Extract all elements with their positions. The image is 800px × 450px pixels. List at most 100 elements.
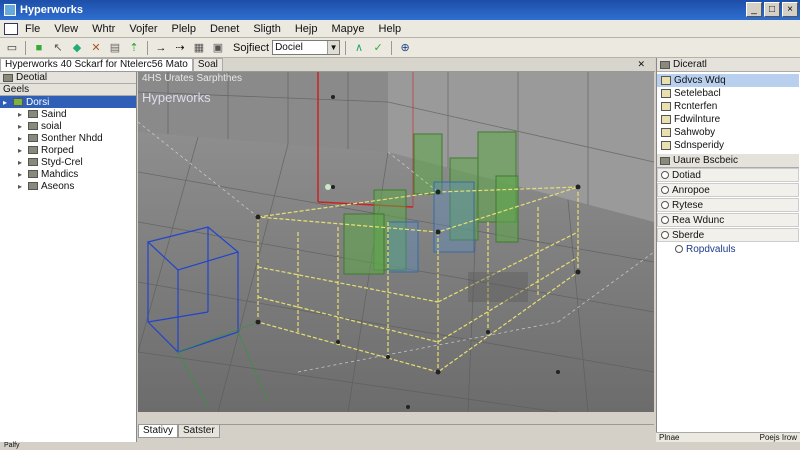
list-item[interactable]: Sdnsperidy (657, 139, 799, 152)
chevron-down-icon: ▼ (327, 41, 340, 54)
radio-icon[interactable] (661, 171, 669, 179)
viewport-tab[interactable]: Stativy (138, 425, 179, 438)
list-item[interactable]: Fdwilnture (657, 113, 799, 126)
move-icon[interactable]: ⇢ (172, 40, 188, 56)
3d-viewport[interactable]: 4HS Urates Sarphthes Hyperworks (138, 72, 654, 412)
expand-icon[interactable]: ▸ (18, 158, 25, 167)
menu-item[interactable]: Fle (18, 23, 47, 35)
menu-item[interactable]: Help (372, 23, 409, 35)
title-bar: Hyperworks _ □ × (0, 0, 800, 20)
folder-icon (28, 134, 38, 142)
maximize-button[interactable]: □ (764, 2, 780, 17)
property-row[interactable]: Dotiad (657, 168, 799, 182)
tree-item[interactable]: ▸ Sonther Nhdd (0, 132, 136, 144)
entity-icon (661, 115, 671, 124)
radio-icon[interactable] (661, 201, 669, 209)
folder-icon (660, 156, 670, 165)
folder-icon (28, 110, 38, 118)
property-sub-item[interactable]: Ropdvaluls (657, 243, 799, 255)
open-folder-icon[interactable]: ■ (31, 40, 47, 56)
folder-icon (28, 146, 38, 154)
entity-icon (661, 102, 671, 111)
expand-icon[interactable]: ▸ (18, 182, 25, 191)
minimize-button[interactable]: _ (746, 2, 762, 17)
entity-icon (661, 141, 671, 150)
tree-item[interactable]: ▸ Aseons (0, 180, 136, 192)
radio-icon[interactable] (661, 231, 669, 239)
folder-icon (28, 170, 38, 178)
properties-panel: Diceratl Gdvcs Wdq Setelebacl Rcnterfen … (656, 58, 800, 442)
toolbar: ▭ ■ ↖ ◆ ✕ ▤ ⇡ → ⇢ ▦ ▣ Sojfiect Dociel ▼ … (0, 38, 800, 58)
grid-icon[interactable]: ▣ (210, 40, 226, 56)
footer-right[interactable]: Poejs Irow (760, 433, 797, 442)
folder-icon (28, 182, 38, 190)
menu-item[interactable]: Denet (203, 23, 246, 35)
paste-icon[interactable]: ▦ (191, 40, 207, 56)
select-icon[interactable]: ↖ (50, 40, 66, 56)
list-item[interactable]: Gdvcs Wdq (657, 74, 799, 87)
expand-icon[interactable]: ▸ (18, 170, 25, 179)
document-tab-secondary[interactable]: Soal (192, 58, 223, 71)
app-menu-icon[interactable] (4, 22, 18, 35)
property-row[interactable]: Rea Wdunc (657, 213, 799, 227)
scene-canvas[interactable] (138, 72, 654, 412)
expand-icon[interactable]: ▸ (18, 146, 25, 155)
page-icon[interactable]: ▤ (107, 40, 123, 56)
expand-icon[interactable]: ▸ (18, 122, 25, 131)
menu-item[interactable]: Plelp (165, 23, 203, 35)
property-section: Uaure Bscbeic Dotiad Anropoe Rytese Rea … (657, 154, 799, 255)
document-tab[interactable]: Hyperworks 40 Sckarf for Ntelerc56 Mato (0, 58, 193, 71)
close-button[interactable]: × (782, 2, 798, 17)
check-icon[interactable]: ✓ (370, 40, 386, 56)
property-row[interactable]: Rytese (657, 198, 799, 212)
folder-icon (3, 73, 13, 82)
folder-icon (28, 158, 38, 166)
folder-icon (13, 98, 23, 106)
menu-item[interactable]: Vojfer (122, 23, 164, 35)
radio-icon[interactable] (661, 216, 669, 224)
viewport-tab[interactable]: Satster (178, 425, 220, 438)
list-item[interactable]: Rcnterfen (657, 100, 799, 113)
mesh-icon[interactable]: ✕ (88, 40, 104, 56)
expand-icon[interactable]: ▸ (18, 134, 25, 143)
tree-root[interactable]: ▸ Dorsi (0, 96, 136, 108)
model-icon[interactable]: ◆ (69, 40, 85, 56)
close-tab-icon[interactable]: ✕ (637, 59, 645, 70)
section-header: Uaure Bscbeic (657, 154, 799, 168)
tree-item[interactable]: ▸ Saind (0, 108, 136, 120)
status-text: Palfy (4, 442, 20, 449)
mode-dropdown[interactable]: Dociel ▼ (272, 40, 341, 55)
status-bar: Palfy (0, 442, 800, 450)
arrow-right-icon[interactable]: → (153, 40, 169, 56)
footer-left[interactable]: Plnae (659, 433, 679, 442)
menu-item[interactable]: Sligth (246, 23, 288, 35)
entity-icon (661, 128, 671, 137)
list-item[interactable]: Setelebacl (657, 87, 799, 100)
tree-item[interactable]: ▸ Mahdics (0, 168, 136, 180)
expand-icon[interactable]: ▸ (3, 98, 10, 107)
radio-icon[interactable] (675, 245, 683, 253)
radio-icon[interactable] (661, 186, 669, 194)
arrow-up-icon[interactable]: ⇡ (126, 40, 142, 56)
new-file-icon[interactable]: ▭ (4, 40, 20, 56)
menu-item[interactable]: Vlew (47, 23, 85, 35)
menu-item[interactable]: Whtr (85, 23, 122, 35)
viewport-logo: Hyperworks (142, 90, 211, 105)
folder-icon (28, 122, 38, 130)
menu-item[interactable]: Hejp (288, 23, 325, 35)
list-item[interactable]: Sahwoby (657, 126, 799, 139)
menu-bar: Fle Vlew Whtr Vojfer Plelp Denet Sligth … (0, 20, 800, 38)
globe-icon[interactable]: ⊕ (397, 40, 413, 56)
menu-item[interactable]: Mapye (324, 23, 371, 35)
tree-item[interactable]: ▸ Rorped (0, 144, 136, 156)
measure-icon[interactable]: ∧ (351, 40, 367, 56)
expand-icon[interactable]: ▸ (18, 110, 25, 119)
panel-subheader: Geels (0, 84, 136, 96)
viewport-tab-bar: Stativy Satster (138, 424, 654, 438)
window-title: Hyperworks (20, 4, 83, 16)
tree-item[interactable]: ▸ Styd-Crel (0, 156, 136, 168)
property-row[interactable]: Sberde (657, 228, 799, 242)
property-row[interactable]: Anropoe (657, 183, 799, 197)
tree-item[interactable]: ▸ soial (0, 120, 136, 132)
mode-dropdown-value: Dociel (275, 42, 303, 53)
